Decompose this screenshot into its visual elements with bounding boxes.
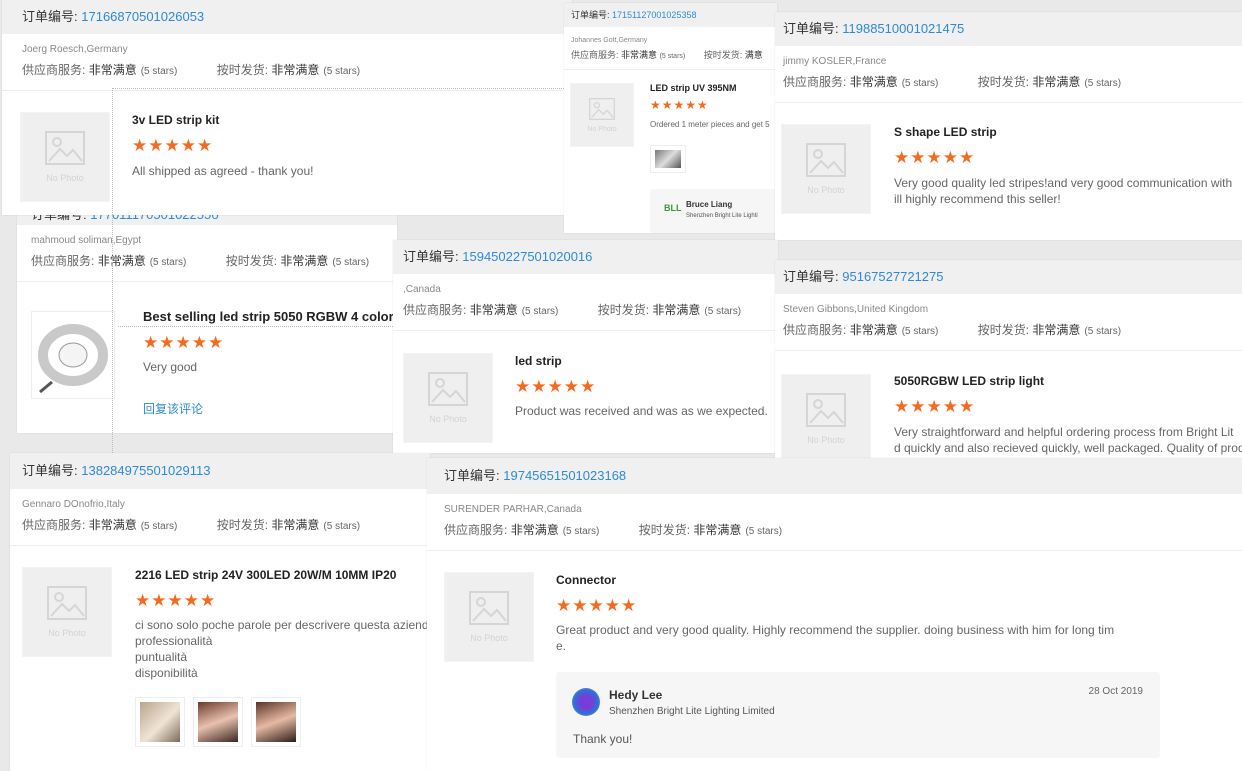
review-photo[interactable] — [193, 697, 243, 747]
buyer-name: ,Canada — [403, 284, 441, 295]
product-title[interactable]: Best selling led strip 5050 RGBW 4 color — [143, 309, 394, 324]
review-text: puntualità — [135, 650, 188, 664]
review-card-2: 订单编号: 17151127001025358 Johannes Gott,Ge… — [564, 3, 777, 233]
product-title[interactable]: 2216 LED strip 24V 300LED 20W/M 10MM IP2… — [135, 568, 396, 582]
star-rating: ★★★★★ — [132, 136, 214, 155]
product-title[interactable]: 3v LED strip kit — [132, 113, 219, 127]
buyer-name: Joerg Roesch,Germany — [22, 44, 128, 55]
review-text: d quickly and also recieved quickly, wel… — [894, 441, 1242, 455]
avatar — [572, 688, 600, 716]
order-number[interactable]: 95167527721275 — [842, 269, 943, 284]
no-photo-placeholder: No Photo — [22, 567, 112, 657]
product-image[interactable] — [31, 311, 115, 399]
image-placeholder-icon — [589, 98, 615, 120]
order-number[interactable]: 138284975501029113 — [81, 463, 210, 478]
no-photo-placeholder: No Photo — [781, 374, 871, 460]
reply-author: Bruce Liang — [686, 200, 733, 209]
order-header: 订单编号: 138284975501029113 — [10, 453, 430, 489]
star-rating: ★★★★★ — [515, 377, 597, 396]
product-title[interactable]: S shape LED strip — [894, 125, 997, 139]
rating-row: 供应商服务: 非常满意 (5 stars) 按时发货: 非常满意 (5 stars) — [22, 518, 361, 532]
product-title[interactable]: led strip — [515, 354, 562, 368]
review-text: All shipped as agreed - thank you! — [132, 164, 314, 178]
no-photo-placeholder: No Photo — [570, 83, 634, 147]
rating-row: 供应商服务: 非常满意 (5 stars) 按时发货: 非常满意 (5 stars) — [444, 523, 783, 537]
review-text: Very good quality led stripes!and very g… — [894, 176, 1233, 190]
order-number[interactable]: 159450227501020016 — [462, 249, 592, 264]
supplier-reply: Hedy Lee Shenzhen Bright Lite Lighting L… — [556, 672, 1160, 758]
star-rating: ★★★★★ — [556, 596, 638, 615]
review-card-8: 订单编号: 19745651501023168 SURENDER PARHAR,… — [427, 458, 1242, 771]
review-text: Great product and very good quality. Hig… — [556, 623, 1115, 637]
rating-row: 供应商服务: 非常满意 (5 stars) 按时发货: 非常满意 (5 stars) — [783, 323, 1122, 337]
image-placeholder-icon — [469, 591, 509, 625]
image-placeholder-icon — [428, 372, 468, 406]
review-photo[interactable] — [650, 145, 686, 173]
reply-date: 28 Oct 2019 — [1088, 686, 1143, 697]
reply-link[interactable]: 回复该评论 — [143, 400, 203, 417]
review-card-3: 订单编号: 119885100010214​75 jimmy KOSLER,Fr… — [775, 12, 1242, 240]
review-photo[interactable] — [251, 697, 301, 747]
reply-text: Thank you! — [573, 732, 633, 746]
order-number[interactable]: 19745651501023168 — [503, 468, 626, 483]
star-rating: ★★★★★ — [894, 397, 976, 416]
review-text: Very good — [143, 360, 198, 374]
order-header: 订单编号: 19745651501023168 — [427, 458, 1242, 494]
star-rating: ★★★★★ — [894, 148, 976, 167]
buyer-name: Steven Gibbons,United Kingdom — [783, 304, 929, 315]
product-title[interactable]: 5050RGBW LED strip light — [894, 374, 1044, 388]
supplier-logo: BLL — [664, 203, 682, 213]
buyer-name: Johannes Gott,Germany — [571, 37, 648, 44]
image-placeholder-icon — [45, 131, 85, 165]
rating-row: 供应商服务: 非常满意 (5 stars) 按时发货: 满意 — [571, 50, 763, 60]
buyer-name: jimmy KOSLER,France — [783, 56, 887, 67]
reply-company: Shenzhen Bright Lite Lighting Limited — [609, 706, 775, 717]
review-text: professionalità — [135, 634, 213, 648]
star-rating: ★★★★★ — [135, 591, 217, 610]
review-text: Product was received and was as we expec… — [515, 404, 768, 418]
rating-row: 供应商服务: 非常满意 (5 stars) 按时发货: 非常满意 (5 stars) — [31, 254, 370, 268]
order-number[interactable]: 17166870501026053 — [81, 9, 204, 24]
no-photo-placeholder: No Photo — [20, 112, 110, 202]
order-header: 订单编号: 95167527721275 — [775, 260, 1242, 294]
order-number[interactable]: 17151127001025358 — [612, 10, 696, 20]
review-card-5: 订单编号: 159450227501020016 ,Canada 供应商服务: … — [393, 240, 778, 453]
star-rating: ★★★★★ — [650, 98, 709, 112]
image-placeholder-icon — [47, 586, 87, 620]
order-header: 订单编号: 17151127001025358 — [564, 3, 777, 27]
review-card-6: 订单编号: 95167527721275 Steven Gibbons,Unit… — [775, 260, 1242, 460]
image-placeholder-icon — [806, 143, 846, 177]
image-placeholder-icon — [806, 393, 846, 427]
supplier-reply: BLL Bruce Liang Shenzhen Bright Lite Lig… — [650, 189, 777, 233]
rating-row: 供应商服务: 非常满意 (5 stars) 按时发货: 非常满意 (5 stars) — [403, 303, 742, 317]
review-text: e. — [556, 639, 567, 653]
review-card-4: 订单编号: 17701117050102255б mahmoud soliman… — [17, 205, 397, 433]
no-photo-placeholder: No Photo — [444, 572, 534, 662]
order-header: 订单编号: 159450227501020016 — [393, 240, 778, 274]
review-text: ci sono solo poche parole per descrivere… — [135, 618, 429, 632]
review-text: disponibilità — [135, 666, 198, 680]
order-number[interactable]: 119885100010214​75 — [842, 21, 964, 36]
buyer-name: Gennaro DOnofrio,Italy — [22, 499, 125, 510]
no-photo-placeholder: No Photo — [403, 353, 493, 443]
buyer-name: SURENDER PARHAR,Canada — [444, 504, 582, 515]
order-header: 订单编号: 17166870501026053 — [2, 0, 572, 34]
rating-row: 供应商服务: 非常满意 (5 stars) 按时发货: 非常满意 (5 stars) — [22, 63, 361, 77]
order-header: 订单编号: 119885100010214​75 — [775, 12, 1242, 46]
product-title[interactable]: LED strip UV 395NM — [650, 83, 737, 93]
review-text: ill highly recommend this seller! — [894, 192, 1061, 206]
star-rating: ★★★★★ — [143, 333, 225, 352]
reply-author: Hedy Lee — [609, 688, 663, 702]
review-text: Ordered 1 meter pieces and get 5 — [650, 120, 770, 129]
review-text: Very straightforward and helpful orderin… — [894, 425, 1234, 439]
reply-company: Shenzhen Bright Lite Lighti — [686, 213, 758, 219]
buyer-name: mahmoud soliman,Egypt — [31, 235, 142, 246]
product-title[interactable]: Connector — [556, 573, 616, 587]
rating-row: 供应商服务: 非常满意 (5 stars) 按时发货: 非常满意 (5 stars) — [783, 75, 1122, 89]
review-card-1: 订单编号: 17166870501026053 Joerg Roesch,Ger… — [2, 0, 572, 215]
review-card-7: 订单编号: 138284975501029113 Gennaro DOnofri… — [10, 453, 430, 771]
review-photo[interactable] — [135, 697, 185, 747]
no-photo-placeholder: No Photo — [781, 124, 871, 214]
